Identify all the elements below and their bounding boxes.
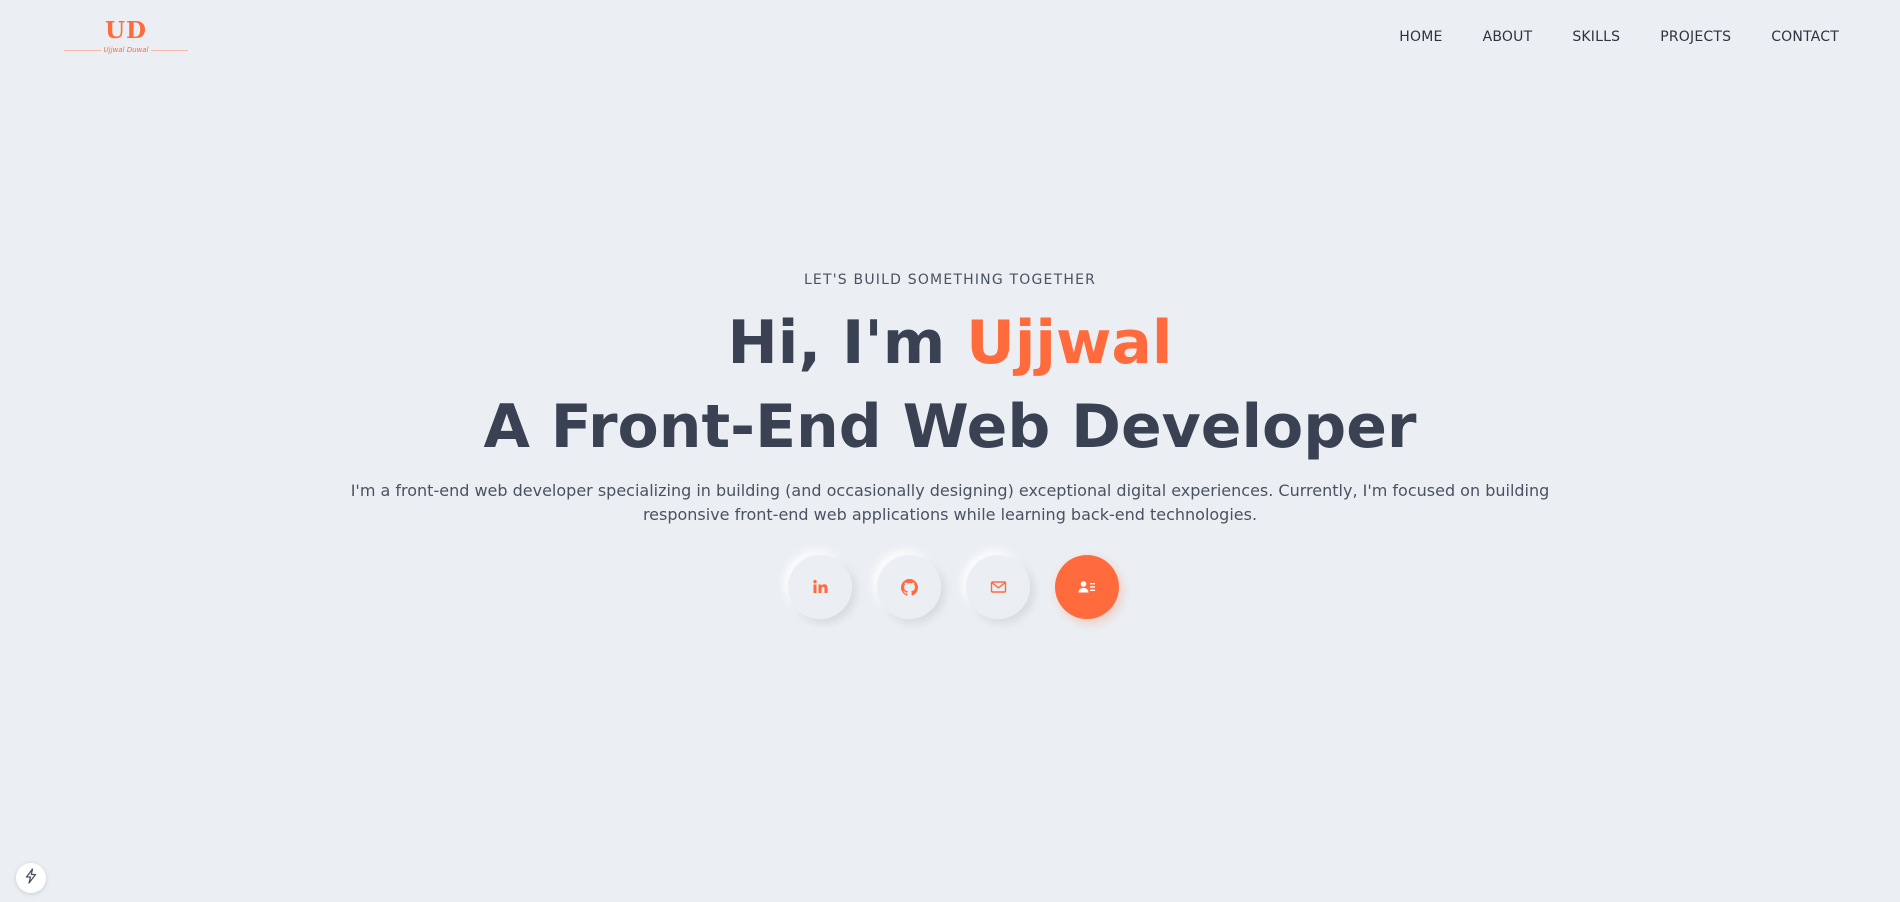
lightning-icon xyxy=(24,868,38,888)
resume-button[interactable] xyxy=(1055,555,1119,619)
nav-contact[interactable]: CONTACT xyxy=(1771,27,1839,47)
github-button[interactable] xyxy=(877,555,941,619)
logo[interactable]: UD Ujjwal Duwal xyxy=(64,18,188,58)
hero-name: Ujjwal xyxy=(966,308,1173,378)
linkedin-button[interactable] xyxy=(788,555,852,619)
site-header: UD Ujjwal Duwal HOME ABOUT SKILLS PROJEC… xyxy=(0,0,1900,74)
github-icon xyxy=(900,578,918,596)
hero-section: LET'S BUILD SOMETHING TOGETHER Hi, I'm U… xyxy=(0,270,1900,527)
resume-icon xyxy=(1078,580,1096,594)
corner-widget-button[interactable] xyxy=(16,863,46,893)
nav-about[interactable]: ABOUT xyxy=(1483,27,1533,47)
hero-eyebrow: LET'S BUILD SOMETHING TOGETHER xyxy=(803,272,1097,288)
nav-skills[interactable]: SKILLS xyxy=(1572,27,1620,47)
logo-name: Ujjwal Duwal xyxy=(100,46,152,54)
hero-description: I'm a front-end web developer specializi… xyxy=(350,481,1550,524)
hero-role: A Front-End Web Developer xyxy=(483,392,1417,462)
greeting-prefix: Hi, I'm xyxy=(727,308,967,378)
linkedin-icon xyxy=(812,579,828,595)
email-button[interactable] xyxy=(966,555,1030,619)
hero-headline: Hi, I'm Ujjwal A Front-End Web Developer xyxy=(0,301,1900,469)
nav-projects[interactable]: PROJECTS xyxy=(1660,27,1731,47)
social-links xyxy=(788,555,1119,619)
logo-mark: UD xyxy=(104,17,147,44)
nav-home[interactable]: HOME xyxy=(1399,27,1442,47)
main-nav: HOME ABOUT SKILLS PROJECTS CONTACT xyxy=(1399,27,1839,47)
mail-icon xyxy=(990,580,1007,594)
